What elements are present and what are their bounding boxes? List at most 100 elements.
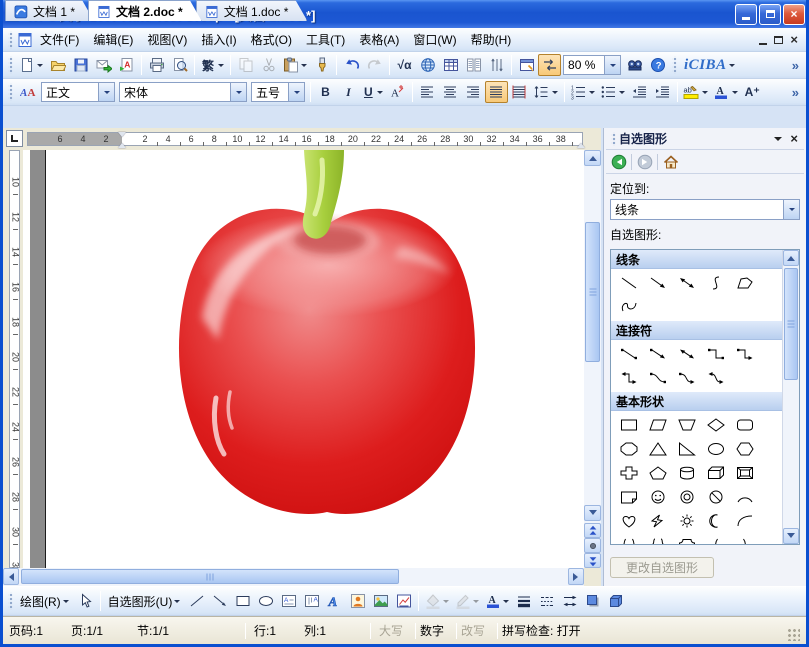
italic-button[interactable]: I <box>337 81 360 103</box>
tab-selector-button[interactable] <box>6 130 23 147</box>
insert-clipart-button[interactable] <box>346 590 369 612</box>
goto-combo[interactable]: 线条 <box>610 199 800 220</box>
font-combo[interactable]: 宋体 <box>119 82 247 102</box>
home-icon[interactable] <box>662 153 679 170</box>
dropdown-arrow-icon[interactable] <box>377 91 383 97</box>
styles-and-formatting-button[interactable]: AA <box>16 81 39 103</box>
cube-shape[interactable] <box>701 461 730 485</box>
doc-minimize-icon[interactable] <box>759 43 767 45</box>
dropdown-arrow-icon[interactable] <box>732 91 738 97</box>
menu-item-2[interactable]: 视图(V) <box>140 28 194 51</box>
select-objects-button[interactable] <box>74 590 97 612</box>
align-center-button[interactable] <box>439 81 462 103</box>
simplified-to-traditional-button[interactable]: 繁 <box>198 54 227 76</box>
bold-button[interactable]: B <box>314 81 337 103</box>
line-shape[interactable] <box>614 271 643 295</box>
autoshapes-menu[interactable]: 自选图形(U) <box>104 590 186 612</box>
goto-combo-dropdown[interactable] <box>783 200 799 219</box>
listbox-scroll-thumb[interactable] <box>784 268 798 380</box>
document-tab-3[interactable]: 文档 1.doc * <box>196 0 308 21</box>
heart-shape[interactable] <box>614 509 643 533</box>
forward-icon[interactable] <box>636 153 653 170</box>
insert-table-button[interactable] <box>439 54 462 76</box>
double-brace-shape[interactable] <box>643 533 672 544</box>
dropdown-arrow-icon[interactable] <box>443 600 449 606</box>
draw-line-button[interactable] <box>185 590 208 612</box>
decrease-indent-button[interactable] <box>628 81 651 103</box>
pane-close-icon[interactable]: × <box>790 133 798 145</box>
arrow-shape[interactable] <box>643 271 672 295</box>
scroll-down-button[interactable] <box>584 505 601 521</box>
curve-shape[interactable] <box>701 271 730 295</box>
listbox-scroll-up-button[interactable] <box>783 250 799 266</box>
tab-stops-button[interactable] <box>485 54 508 76</box>
numbering-button[interactable]: 123 <box>568 81 598 103</box>
page-layout-view-button[interactable] <box>515 54 538 76</box>
rectangle-shape[interactable] <box>614 413 643 437</box>
pane-menu-dropdown-icon[interactable] <box>774 137 782 145</box>
draw-arrow-button[interactable] <box>208 590 231 612</box>
dropdown-arrow-icon[interactable] <box>218 64 224 70</box>
line-color-button[interactable] <box>452 590 482 612</box>
right-bracket-shape[interactable] <box>730 533 759 544</box>
connector-elbow-shape[interactable] <box>701 342 730 366</box>
change-autoshape-button[interactable]: 更改自选图形 <box>610 557 714 578</box>
diagonal-corner-shape[interactable] <box>730 509 759 533</box>
back-icon[interactable] <box>610 153 627 170</box>
hanging-indent-marker[interactable] <box>118 139 126 148</box>
toolbar-grip[interactable] <box>8 592 13 610</box>
vertical-scrollbar[interactable] <box>584 150 601 568</box>
menu-item-1[interactable]: 编辑(E) <box>86 28 140 51</box>
connector-curved-double-shape[interactable] <box>701 366 730 390</box>
redo-button[interactable] <box>363 54 386 76</box>
find-button[interactable] <box>623 54 646 76</box>
select-browse-object-button[interactable] <box>584 538 601 553</box>
resize-grip[interactable] <box>787 628 800 641</box>
hexagon-shape[interactable] <box>730 437 759 461</box>
format-painter-button[interactable] <box>310 54 333 76</box>
connector-straight-shape[interactable] <box>614 342 643 366</box>
line-spacing-button[interactable] <box>531 81 561 103</box>
bevel-shape[interactable] <box>730 461 759 485</box>
style-combo-dropdown[interactable] <box>98 83 114 101</box>
increase-indent-button[interactable] <box>651 81 674 103</box>
send-mail-button[interactable] <box>92 54 115 76</box>
menu-item-4[interactable]: 格式(O) <box>244 28 299 51</box>
isosceles-triangle-shape[interactable] <box>643 437 672 461</box>
sun-shape[interactable] <box>672 509 701 533</box>
arrow-style-button[interactable] <box>558 590 581 612</box>
right-triangle-shape[interactable] <box>672 437 701 461</box>
text-wrap-toggle-button[interactable] <box>538 54 561 76</box>
shadow-style-button[interactable] <box>581 590 604 612</box>
cross-shape[interactable] <box>614 461 643 485</box>
double-bracket-shape[interactable] <box>614 533 643 544</box>
freeform-shape[interactable] <box>730 271 759 295</box>
smiley-shape[interactable] <box>643 485 672 509</box>
toolbar-overflow-button[interactable]: » <box>787 85 804 100</box>
donut-shape[interactable] <box>672 485 701 509</box>
vertical-ruler[interactable]: 101214161820222426283032 <box>6 150 23 568</box>
insert-wordart-button[interactable]: A <box>323 590 346 612</box>
scroll-right-button[interactable] <box>568 568 584 585</box>
fill-color-button[interactable] <box>422 590 452 612</box>
connector-straight-arrow-shape[interactable] <box>643 342 672 366</box>
previous-page-button[interactable] <box>584 523 601 538</box>
threed-style-button[interactable] <box>604 590 627 612</box>
save-button[interactable] <box>69 54 92 76</box>
can-shape[interactable] <box>672 461 701 485</box>
right-indent-marker[interactable] <box>577 139 585 148</box>
menu-item-5[interactable]: 工具(T) <box>299 28 352 51</box>
menu-item-0[interactable]: 文件(F) <box>33 28 86 51</box>
menu-item-6[interactable]: 表格(A) <box>352 28 406 51</box>
dash-style-button[interactable] <box>535 590 558 612</box>
bullets-button[interactable] <box>598 81 628 103</box>
iciba-logo[interactable]: iCIBA <box>680 57 740 74</box>
dropdown-arrow-icon[interactable] <box>589 91 595 97</box>
minimize-button[interactable] <box>735 4 757 25</box>
lightning-shape[interactable] <box>643 509 672 533</box>
toolbar-overflow-button[interactable]: » <box>787 58 804 73</box>
listbox-scroll-down-button[interactable] <box>783 528 799 544</box>
menu-item-3[interactable]: 插入(I) <box>194 28 243 51</box>
draw-menu[interactable]: 绘图(R) <box>16 590 74 612</box>
export-pdf-button[interactable]: A <box>115 54 138 76</box>
